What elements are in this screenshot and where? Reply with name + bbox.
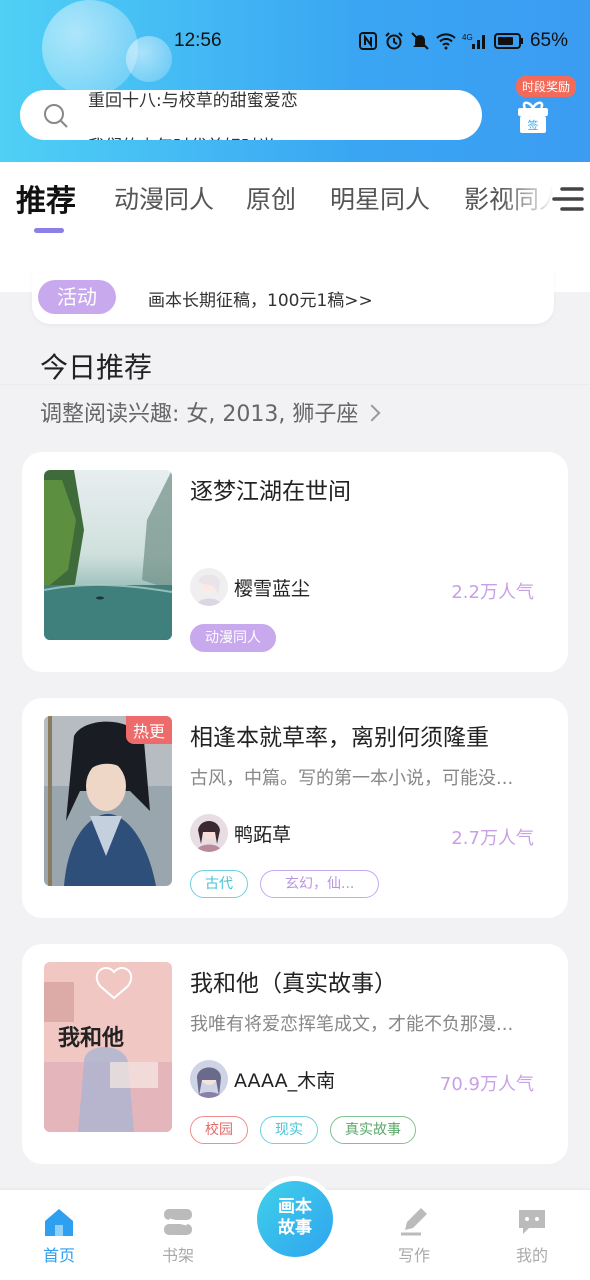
- tag[interactable]: 动漫同人: [190, 624, 276, 652]
- nav-home[interactable]: 首页: [29, 1206, 89, 1266]
- header: 12:56 4G 65% 重回十八:与校草的甜蜜爱恋 我们的少年时代美好时光 时…: [0, 0, 590, 162]
- author[interactable]: AAAA_木南: [190, 1060, 335, 1098]
- nav-home-label: 首页: [42, 1246, 75, 1265]
- active-tab-indicator: [34, 228, 64, 233]
- story-title: 逐梦江湖在世间: [190, 479, 351, 505]
- nav-write-label: 写作: [397, 1246, 430, 1265]
- tag-list: 动漫同人: [190, 624, 276, 652]
- story-title: 我和他（真实故事）: [190, 971, 397, 997]
- reward-badge: 时段奖励: [516, 76, 577, 97]
- tab-anime-fanfic[interactable]: 动漫同人: [114, 180, 214, 216]
- search-bar[interactable]: 重回十八:与校草的甜蜜爱恋 我们的少年时代美好时光: [20, 90, 482, 140]
- center-label-line1: 画本: [278, 1197, 312, 1217]
- story-cover: 我和他: [44, 962, 172, 1132]
- home-icon: [45, 1209, 73, 1236]
- story-create-button[interactable]: 画本 故事: [252, 1176, 338, 1262]
- author[interactable]: 樱雪蓝尘: [190, 568, 310, 606]
- tab-original[interactable]: 原创: [246, 180, 296, 216]
- battery-icon: [493, 33, 523, 49]
- author-avatar: [190, 568, 228, 606]
- center-button-face: 画本 故事: [257, 1181, 333, 1257]
- pencil-icon: [401, 1208, 427, 1236]
- tag-list: 校园 现实 真实故事: [190, 1116, 416, 1144]
- svg-text:4G: 4G: [462, 33, 473, 42]
- story-title: 相逢本就草率，离别何须隆重: [190, 725, 489, 751]
- wifi-icon: [436, 33, 456, 50]
- author-name: 樱雪蓝尘: [234, 577, 311, 600]
- popularity: 70.9万人气: [439, 1074, 534, 1095]
- tag[interactable]: 古代: [190, 870, 248, 898]
- story-desc: 古风，中篇。写的第一本小说，可能没...: [190, 768, 514, 789]
- status-bar: 12:56 4G 65%: [0, 28, 590, 60]
- gift-box-label: 签: [528, 118, 539, 132]
- nav-mine[interactable]: 我的: [502, 1206, 562, 1266]
- alarm-icon: [385, 32, 403, 50]
- search-hint-prev: 重回十八:与校草的甜蜜爱恋: [88, 91, 298, 111]
- bookshelf-icon: [164, 1209, 192, 1235]
- chat-bubble-icon: [519, 1210, 545, 1234]
- tag[interactable]: 现实: [260, 1116, 318, 1144]
- chevron-right-icon: [363, 404, 381, 422]
- popularity: 2.2万人气: [451, 582, 534, 603]
- tag[interactable]: 校园: [190, 1116, 248, 1144]
- popularity: 2.7万人气: [451, 828, 534, 849]
- activity-text: 画本长期征稿，100元1稿>>: [148, 291, 373, 311]
- tab-recommend[interactable]: 推荐: [16, 176, 76, 220]
- status-time: 12:56: [174, 30, 222, 51]
- interest-text: 调整阅读兴趣: 女, 2013, 狮子座: [40, 402, 359, 427]
- tag[interactable]: 真实故事: [330, 1116, 416, 1144]
- author-avatar: [190, 1060, 228, 1098]
- nav-mine-label: 我的: [515, 1246, 548, 1265]
- mute-bell-icon: [411, 32, 429, 50]
- hot-badge: 热更: [125, 716, 172, 744]
- search-hint-next: 我们的少年时代美好时光: [88, 130, 468, 140]
- status-icons: 4G 65%: [358, 30, 568, 52]
- gift-icon: 签: [518, 101, 548, 133]
- divider: [0, 384, 590, 385]
- activity-badge: 活动: [38, 280, 116, 314]
- story-card[interactable]: 逐梦江湖在世间 樱雪蓝尘 2.2万人气 动漫同人: [22, 452, 568, 672]
- author[interactable]: 鸭跖草: [190, 814, 291, 852]
- nav-bookshelf-label: 书架: [161, 1246, 194, 1265]
- tab-celebrity-fanfic[interactable]: 明星同人: [330, 180, 430, 216]
- author-name: AAAA_木南: [234, 1069, 336, 1092]
- nav-bookshelf[interactable]: 书架: [148, 1206, 208, 1266]
- story-card[interactable]: 热更 相逢本就草率，离别何须隆重 古风，中篇。写的第一本小说，可能没... 鸭跖…: [22, 698, 568, 918]
- signal-4g-icon: 4G: [462, 33, 485, 49]
- story-cover: [44, 470, 172, 640]
- search-icon: [44, 104, 68, 128]
- section-title: 今日推荐: [40, 351, 153, 384]
- nfc-icon: [358, 32, 377, 50]
- story-card[interactable]: 我和他 我和他（真实故事） 我唯有将爱恋挥笔成文，才能不负那漫... AAAA_…: [22, 944, 568, 1164]
- story-cover: 热更: [44, 716, 172, 886]
- center-label-line2: 故事: [278, 1218, 312, 1238]
- author-name: 鸭跖草: [234, 823, 292, 846]
- menu-icon[interactable]: [552, 184, 584, 214]
- interest-settings-link[interactable]: 调整阅读兴趣: 女, 2013, 狮子座: [40, 396, 381, 428]
- nav-write[interactable]: 写作: [384, 1206, 444, 1266]
- story-desc: 我唯有将爱恋挥笔成文，才能不负那漫...: [190, 1014, 514, 1035]
- signin-reward-button[interactable]: 时段奖励 签: [510, 76, 577, 138]
- cover-title: 我和他: [58, 1026, 125, 1051]
- battery-percent: 65%: [529, 30, 568, 51]
- search-hint-scroller: 重回十八:与校草的甜蜜爱恋 我们的少年时代美好时光: [88, 90, 468, 140]
- tag[interactable]: 玄幻，仙...: [260, 870, 380, 898]
- activity-banner[interactable]: 活动 画本长期征稿，100元1稿>>: [32, 270, 554, 324]
- author-avatar: [190, 814, 228, 852]
- tag-list: 古代 玄幻，仙...: [190, 870, 380, 898]
